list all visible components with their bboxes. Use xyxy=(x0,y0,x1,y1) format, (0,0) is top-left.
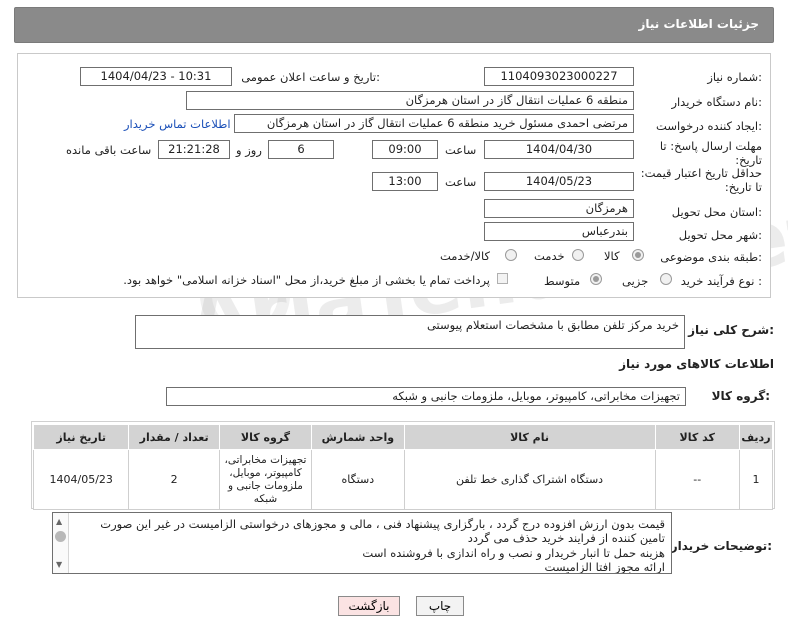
category-option-goods: کالا xyxy=(604,249,620,263)
cell-item-code: -- xyxy=(654,449,740,510)
col-header-item-name: نام کالا xyxy=(403,424,656,450)
buyer-org-label: نام دستگاه خریدار: xyxy=(671,95,762,109)
scroll-up-icon[interactable]: ▲ xyxy=(56,517,62,526)
treasury-checkbox[interactable] xyxy=(497,273,508,284)
deadline-time-label: ساعت xyxy=(445,143,477,157)
deadline-time-field: 09:00 xyxy=(372,140,438,159)
category-radio-goods-service[interactable] xyxy=(505,249,517,261)
deadline-date-field: 1404/04/30 xyxy=(484,140,634,159)
table-header-row: ردیف کد کالا نام کالا واحد شمارش گروه کا… xyxy=(32,424,774,450)
category-radio-goods[interactable] xyxy=(632,249,644,261)
col-header-group: گروه کالا xyxy=(218,424,313,450)
cell-row-number: 1 xyxy=(738,449,774,510)
city-label: شهر محل تحویل: xyxy=(678,228,762,242)
announce-field: 1404/04/23 - 10:31 xyxy=(80,67,232,86)
buyer-notes-textarea[interactable]: ▲ ▼ قیمت بدون ارزش افزوده درج گردد ، بار… xyxy=(52,512,672,574)
process-radio-medium[interactable] xyxy=(590,273,602,285)
contact-info-link[interactable]: اطلاعات تماس خریدار xyxy=(124,117,231,131)
cell-unit: دستگاه xyxy=(311,449,405,510)
cell-quantity: 2 xyxy=(128,449,220,510)
col-header-unit: واحد شمارش xyxy=(311,424,405,450)
process-option-minor: جزیی xyxy=(622,274,649,288)
page-title: جزئیات اطلاعات نیاز xyxy=(638,17,759,31)
days-field: 6 xyxy=(268,140,334,159)
items-table: ردیف کد کالا نام کالا واحد شمارش گروه کا… xyxy=(32,424,774,510)
buyer-notes-label: توضیحات خریدار: xyxy=(670,539,772,553)
province-field: هرمزگان xyxy=(484,199,634,218)
process-radio-minor[interactable] xyxy=(660,273,672,285)
col-header-quantity: تعداد / مقدار xyxy=(128,424,220,450)
notes-line-1: قیمت بدون ارزش افزوده درج گردد ، بارگزار… xyxy=(100,517,665,531)
category-radio-service[interactable] xyxy=(572,249,584,261)
goods-group-label: گروه کالا: xyxy=(711,389,770,403)
payment-note: پرداخت تمام یا بخشی از مبلغ خرید،از محل … xyxy=(123,273,490,287)
validity-time-label: ساعت xyxy=(445,175,477,189)
category-option-service: خدمت xyxy=(534,249,565,263)
print-button[interactable]: چاپ xyxy=(416,596,464,616)
back-button[interactable]: بازگشت xyxy=(338,596,400,616)
process-option-medium: متوسط xyxy=(544,274,581,288)
header-bar: جزئیات اطلاعات نیاز xyxy=(14,7,774,43)
category-label: طبقه بندی موضوعی: xyxy=(660,250,762,264)
min-validity-label: حداقل تاریخ اعتبار قیمت: تا تاریخ: xyxy=(640,166,762,194)
scroll-thumb-icon[interactable] xyxy=(55,531,66,542)
remaining-time-field: 21:21:28 xyxy=(158,140,230,159)
summary-field: خرید مرکز تلفن مطابق با مشخصات استعلام پ… xyxy=(135,315,685,349)
goods-info-title: اطلاعات کالاهای مورد نیاز xyxy=(619,357,774,371)
cell-need-date: 1404/05/23 xyxy=(32,449,130,510)
goods-group-field: تجهیزات مخابراتی، کامپیوتر، موبایل، ملزو… xyxy=(166,387,686,406)
city-field: بندرعباس xyxy=(484,222,634,241)
category-option-goods-service: کالا/خدمت xyxy=(440,249,491,263)
validity-time-field: 13:00 xyxy=(372,172,438,191)
scroll-down-icon[interactable]: ▼ xyxy=(56,560,62,569)
notes-scrollbar[interactable]: ▲ ▼ xyxy=(53,513,69,573)
col-header-need-date: تاریخ نیاز xyxy=(32,424,130,450)
col-header-item-code: کد کالا xyxy=(654,424,740,450)
cell-group: تجهیزات مخابراتی، کامپیوتر، موبایل، ملزو… xyxy=(218,449,313,510)
notes-line-2: تامین کننده از فرایند خرید حذف می گردد xyxy=(467,531,665,545)
table-row: 1 -- دستگاه اشتراک گذاری خط تلفن دستگاه … xyxy=(32,449,774,510)
creator-label: ایجاد کننده درخواست: xyxy=(656,119,762,133)
creator-field: مرتضی احمدی مسئول خرید منطقه 6 عملیات ان… xyxy=(234,114,634,133)
province-label: استان محل تحویل: xyxy=(671,205,762,219)
validity-date-field: 1404/05/23 xyxy=(484,172,634,191)
summary-label: شرح کلی نیاز: xyxy=(688,323,774,337)
remaining-label: ساعت باقی مانده xyxy=(66,143,152,157)
notes-line-3: هزینه حمل تا انبار خریدار و نصب و راه ان… xyxy=(362,546,665,560)
notes-line-4: ارائه مجوز افتا الزامیست xyxy=(544,560,665,574)
buyer-org-field: منطقه 6 عملیات انتقال گاز در استان هرمزگ… xyxy=(186,91,634,110)
deadline-label: مهلت ارسال پاسخ: تا تاریخ: xyxy=(659,139,762,167)
need-number-label: شماره نیاز: xyxy=(707,70,762,84)
announce-label: تاریخ و ساعت اعلان عمومی: xyxy=(241,70,380,84)
process-label: نوع فرآیند خرید : xyxy=(680,274,762,288)
col-header-row-number: ردیف xyxy=(738,424,774,450)
days-label: روز و xyxy=(236,143,262,157)
need-number-field: 1104093023000227 xyxy=(484,67,634,86)
cell-item-name: دستگاه اشتراک گذاری خط تلفن xyxy=(403,449,656,510)
